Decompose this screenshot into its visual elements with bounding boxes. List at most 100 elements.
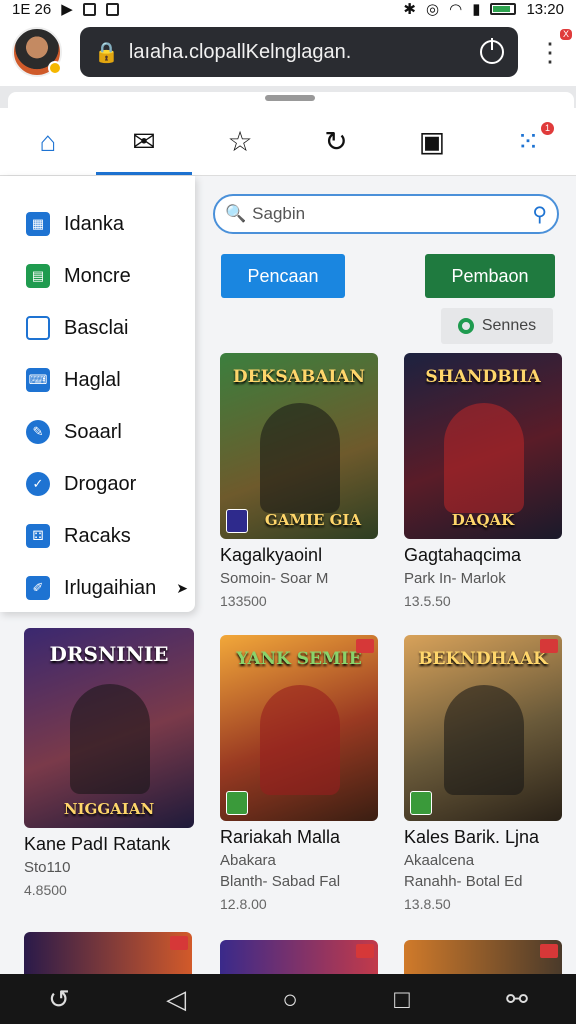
avatar[interactable] [12,27,62,77]
chat-square-icon: ▤ [26,264,50,288]
pencil-icon: ✎ [26,420,50,444]
game-cover [404,940,562,974]
sort-label: Sennes [481,317,537,334]
tab-badge: X [559,29,572,40]
game-card[interactable]: DEKSABAIAN GAMIE GIA Kagalkyaoinl Somoin… [220,353,378,609]
url-field[interactable]: 🔒 laıaha.clopallKelnglagan. [80,27,518,77]
sort-button[interactable]: Sennes [441,308,553,344]
game-price: 13.5.50 [404,593,451,609]
search-icon[interactable]: ⚲ [532,202,547,227]
chevron-right-icon: ➤ [176,579,189,596]
badge-icon [540,944,558,958]
game-cover: DRSNINIE NIGGAIAN [24,628,194,828]
status-bar: 1E 26 ▶ ✱ ◎ ◠ ▮ 13:20 [0,0,576,18]
tab-home[interactable]: ⌂ [0,108,96,175]
game-card[interactable] [404,940,562,974]
game-price: 4.8500 [24,882,67,898]
cover-subtitle: DAQAK [451,511,515,529]
tab-apps[interactable]: ⁙ 1 [480,108,576,175]
dice-icon: ⚃ [26,524,50,548]
square-icon [26,316,50,340]
game-price: 12.8.00 [220,896,267,912]
badge-icon [356,639,374,653]
tab-mail[interactable]: ✉ [96,108,192,175]
power-icon[interactable] [480,38,504,64]
rating-icon [410,791,432,815]
lock-icon: 🔒 [94,41,119,64]
sidebar-item-moncre[interactable]: ▤ Moncre [26,250,195,302]
url-text: laıaha.clopallKelnglagan. [128,40,352,63]
home-circle-icon[interactable]: ○ [282,984,298,1015]
game-cover: BEKNDHAAK [404,635,562,821]
cover-subtitle: NIGGAIAN [63,800,155,818]
search-placeholder: Sagbin [252,204,306,223]
search-input[interactable]: 🔍 Sagbin ⚲ [213,194,559,234]
badge-icon [540,639,558,653]
cover-title: BEKNDHAAK [418,649,548,669]
sidebar-item-basclai[interactable]: Basclai [26,302,195,354]
sidebar-item-label: Irlugaihian [64,576,157,599]
sidebar-item-label: Haglal [64,368,121,391]
menu-button[interactable]: ⋮ X [536,29,572,65]
game-title: Kales Barik. Ljna [404,827,540,847]
sidebar-item-drogaor[interactable]: ✓ Drogaor [26,458,195,510]
sidebar-item-racaks[interactable]: ⚃ Racaks [26,510,195,562]
game-subtitle-2: Blanth- Sabad Fal [220,873,341,890]
gamepad-icon: ▣ [418,126,446,157]
browser-toolbar: 🔒 laıaha.clopallKelnglagan. ⋮ X [0,18,576,86]
battery-icon [490,3,517,15]
tab-game[interactable]: ▣ [384,108,480,175]
game-card[interactable] [220,940,378,974]
cover-character [70,684,150,794]
sidebar-item-label: Drogaor [64,472,137,495]
apps-grid-icon: ⁙ [516,126,540,157]
game-cover: SHANDBIIA DAQAK [404,353,562,539]
game-title: Gagtahaqcima [404,545,522,565]
assistant-icon[interactable]: ⚯ [506,984,528,1015]
game-title: Kagalkyaoinl [220,545,323,565]
game-cover [220,940,378,974]
game-cover: DEKSABAIAN GAMIE GIA [220,353,378,539]
sidebar-item-haglal[interactable]: ⌨ Haglal [26,354,195,406]
cover-character [260,403,340,513]
sidebar-item-label: Soaarl [64,420,122,443]
search-small-icon: 🔍 [225,204,247,223]
tab-refresh[interactable]: ↻ [288,108,384,175]
game-cover: YANK SEMIE [220,635,378,821]
badge-icon [356,944,374,958]
game-card[interactable]: DRSNINIE NIGGAIAN Kane PadI Ratank Sto11… [24,628,194,898]
refresh-icon: ↻ [324,126,348,157]
bluetooth-icon: ✱ [403,1,416,18]
sidebar-item-label: Racaks [64,524,131,547]
rotate-icon[interactable]: ↺ [48,984,70,1015]
game-card[interactable] [24,932,192,974]
sidebar-item-irlugaihian[interactable]: ✐ Irlugaihian ➤ [26,562,195,614]
game-subtitle: Sto110 [24,859,71,876]
game-title: Kane PadI Ratank [24,834,171,854]
game-card[interactable]: SHANDBIIA DAQAK Gagtahaqcima Park In- Ma… [404,353,562,609]
cover-title: YANK SEMIE [236,649,362,669]
game-card[interactable]: BEKNDHAAK Kales Barik. Ljna Akaalcena Ra… [404,635,562,912]
cover-character [444,685,524,795]
cover-subtitle: GAMIE GIA [264,511,362,529]
primary-button[interactable]: Pencaan [221,254,345,298]
sidebar-item-soaarl[interactable]: ✎ Soaarl [26,406,195,458]
badge-icon [170,936,188,950]
system-nav-bar: ↺ ◁ ○ □ ⚯ [0,974,576,1024]
back-icon[interactable]: ◁ [166,984,186,1015]
sidebar-item-idanka[interactable]: ▦ Idanka [26,198,195,250]
avatar-status-dot [48,61,62,75]
wifi-icon: ◠ [449,1,463,18]
tab-explore[interactable]: ☆ [192,108,288,175]
cover-character [444,403,524,513]
check-circle-icon: ✓ [26,472,50,496]
cover-character [260,685,340,795]
cover-title: SHANDBIIA [425,367,541,387]
drag-handle[interactable] [265,95,315,101]
game-cover [24,932,192,974]
star-outline-icon: ☆ [227,126,253,157]
game-card[interactable]: YANK SEMIE Rariakah Malla Abakara Blanth… [220,635,378,912]
clock-left: 1E 26 [12,0,52,18]
recent-square-icon[interactable]: □ [394,984,410,1015]
secondary-button[interactable]: Pembaon [425,254,555,298]
